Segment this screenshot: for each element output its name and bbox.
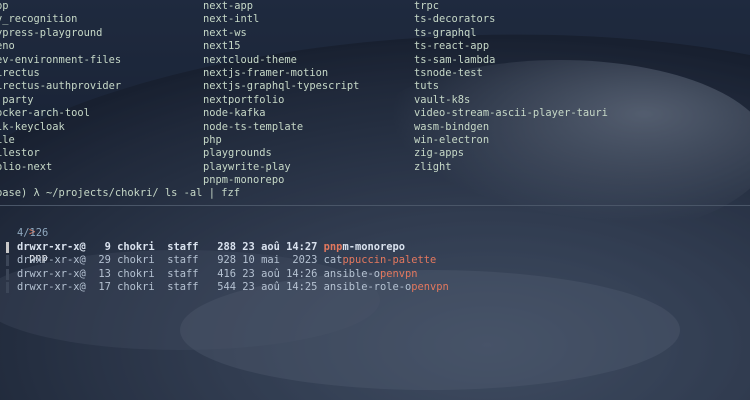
- listing-entry: next-ws: [203, 26, 247, 39]
- row-time: 14:26: [286, 267, 318, 280]
- fzf-separator: [0, 205, 750, 206]
- fzf-gutter: [6, 268, 9, 280]
- row-perm: drwxr-xr-x@: [17, 254, 86, 267]
- listing-entry: jparty: [0, 93, 34, 106]
- row-size: 416: [217, 267, 237, 280]
- listing-entry: php: [203, 134, 222, 146]
- listing-entry: pp: [0, 0, 9, 12]
- shell-prompt: base) λ ~/projects/chokri/ ls -al | fzf: [0, 187, 240, 199]
- row-group: staff: [167, 254, 199, 267]
- listing-entry: ts-sam-lambda: [414, 53, 496, 66]
- row-day: 23: [242, 281, 255, 294]
- listing-entry: node-ts-template: [203, 120, 304, 133]
- row-name-match: pnp: [323, 241, 343, 253]
- listing-entry: nextportfolio: [203, 93, 285, 106]
- row-name-post: m-monorepo: [342, 241, 406, 253]
- row-time: 2023: [286, 254, 318, 267]
- row-day: 10: [242, 254, 255, 267]
- row-size: 544: [217, 281, 237, 294]
- listing-entry: irectus: [0, 67, 40, 79]
- row-time: 14:27: [286, 241, 318, 253]
- fzf-selected-row[interactable]: drwxr-xr-x@ 9 chokri staff 288 23 aoû 14…: [17, 241, 405, 254]
- row-links: 13: [98, 267, 111, 280]
- listing-entry: ts-react-app: [414, 40, 490, 53]
- listing-entry: pnpm-monorepo: [203, 174, 285, 187]
- row-size: 288: [217, 241, 237, 253]
- fzf-result-row[interactable]: drwxr-xr-x@ 17 chokri staff 544 23 aoû 1…: [17, 281, 449, 294]
- listing-entry: ile: [0, 134, 15, 146]
- row-day: 23: [242, 241, 255, 253]
- listing-entry: win-electron: [414, 134, 490, 146]
- row-name-match: ppuccin-palette: [342, 254, 437, 267]
- row-group: staff: [167, 241, 199, 253]
- listing-entry: olio-next: [0, 160, 53, 173]
- row-month: aoû: [261, 241, 280, 253]
- listing-entry: wasm-bindgen: [414, 120, 490, 133]
- row-owner: chokri: [117, 254, 155, 267]
- listing-entry: next-intl: [203, 13, 260, 26]
- row-name-match: penvpn: [411, 281, 449, 294]
- listing-entry: eno: [0, 40, 15, 53]
- fzf-result-row[interactable]: drwxr-xr-x@ 13 chokri staff 416 23 aoû 1…: [17, 268, 418, 281]
- fzf-match-count: 4/126: [17, 227, 49, 239]
- row-links: 9: [98, 241, 111, 253]
- listing-entry: v_recognition: [0, 13, 78, 26]
- listing-entry: ts-graphql: [414, 26, 477, 39]
- row-group: staff: [167, 281, 199, 294]
- row-month: mai: [261, 254, 280, 267]
- listing-entry: tuts: [414, 80, 440, 93]
- fzf-gutter: [6, 255, 9, 267]
- listing-entry: nextcloud-theme: [203, 53, 297, 66]
- listing-entry: lk-keycloak: [0, 120, 65, 133]
- row-perm: drwxr-xr-x@: [17, 241, 86, 253]
- listing-entry: next-app: [203, 0, 254, 12]
- row-month: aoû: [261, 281, 280, 294]
- row-time: 14:25: [286, 281, 318, 294]
- listing-entry: playgrounds: [203, 147, 272, 160]
- row-owner: chokri: [117, 241, 155, 253]
- row-size: 928: [217, 254, 237, 267]
- row-name-match: penvpn: [379, 267, 418, 280]
- listing-entry: nextjs-graphql-typescript: [203, 80, 360, 93]
- listing-entry: irectus-authprovider: [0, 80, 122, 93]
- row-month: aoû: [261, 267, 280, 280]
- row-group: staff: [167, 267, 199, 280]
- listing-entry: vault-k8s: [414, 93, 471, 106]
- listing-entry: video-stream-ascii-player-tauri: [414, 107, 608, 120]
- row-links: 17: [98, 281, 111, 294]
- row-perm: drwxr-xr-x@: [17, 267, 86, 280]
- listing-entry: zlight: [414, 160, 452, 173]
- row-perm: drwxr-xr-x@: [17, 281, 86, 294]
- listing-entry: ts-decorators: [414, 13, 496, 26]
- listing-entry: next15: [203, 40, 241, 53]
- listing-entry: node-kafka: [203, 107, 266, 120]
- listing-entry: ev-environment-files: [0, 53, 122, 66]
- listing-entry: tsnode-test: [414, 67, 483, 79]
- row-name-pre: ansible-o: [323, 267, 380, 280]
- listing-entry: trpc: [414, 0, 440, 12]
- listing-entry: ocker-arch-tool: [0, 107, 90, 120]
- listing-entry: zig-apps: [414, 147, 465, 160]
- listing-entry: nextjs-framer-motion: [203, 67, 329, 79]
- listing-entry: ypress-playground: [0, 26, 103, 39]
- row-day: 23: [242, 267, 255, 280]
- fzf-cursor-bar: [6, 242, 9, 253]
- listing-entry: ilestor: [0, 147, 40, 160]
- row-links: 29: [98, 254, 111, 267]
- row-name-pre: cat: [323, 254, 343, 267]
- fzf-result-row[interactable]: drwxr-xr-x@ 29 chokri staff 928 10 mai 2…: [17, 254, 436, 267]
- row-owner: chokri: [117, 267, 155, 280]
- row-owner: chokri: [117, 281, 155, 294]
- row-name-pre: ansible-role-o: [323, 281, 412, 294]
- listing-entry: playwrite-play: [203, 160, 291, 173]
- fzf-gutter: [6, 282, 9, 294]
